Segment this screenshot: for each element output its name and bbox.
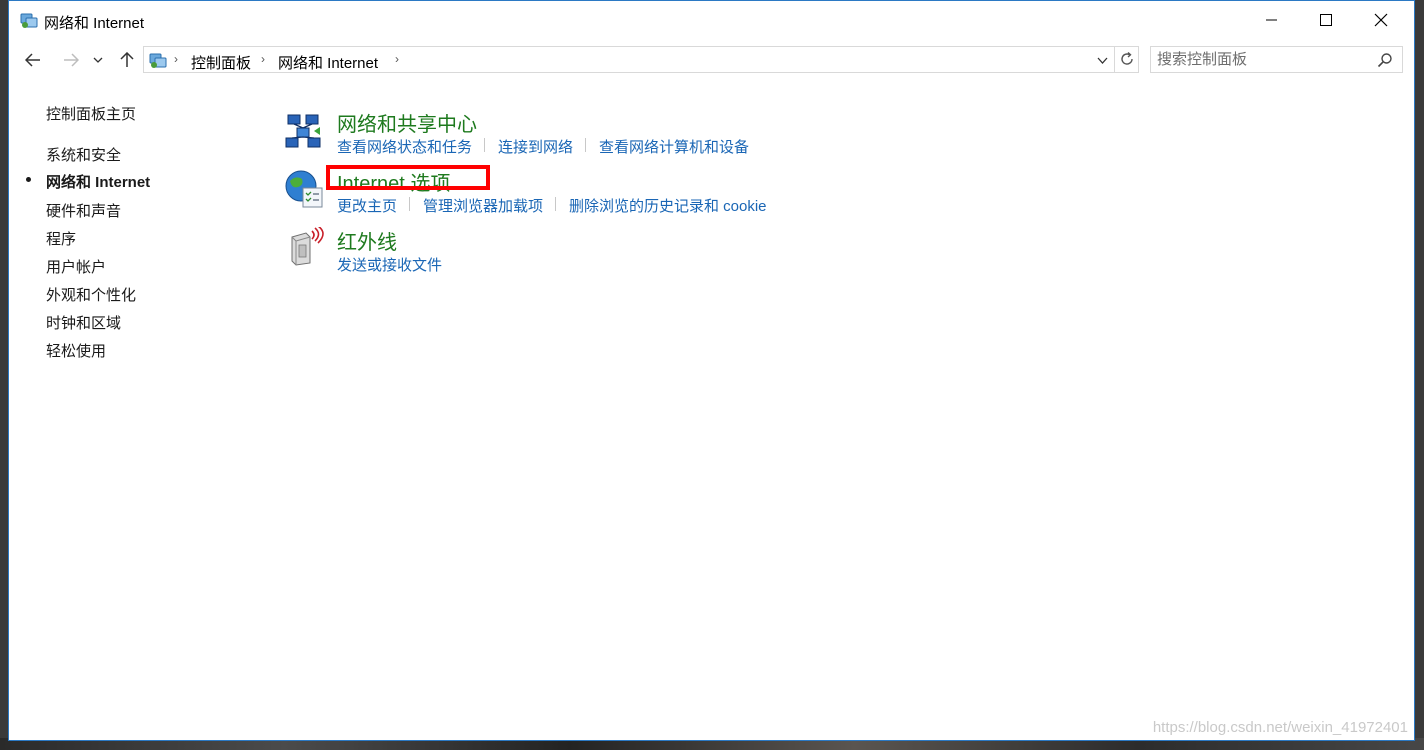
sidebar-item-ease-of-access[interactable]: 轻松使用	[46, 340, 106, 361]
maximize-button[interactable]	[1303, 1, 1349, 39]
task-separator	[484, 138, 485, 152]
control-panel-window: 网络和 Internet › 控制面板 › 网络和 Internet › 搜索控…	[8, 0, 1415, 741]
close-button[interactable]	[1358, 1, 1404, 39]
breadcrumb-network-internet[interactable]: 网络和 Internet	[278, 52, 378, 73]
sidebar-item-network-internet[interactable]: 网络和 Internet	[46, 171, 150, 192]
sidebar-item-user-accounts[interactable]: 用户帐户	[46, 256, 106, 277]
internet-options-globe-icon[interactable]	[284, 169, 324, 209]
task-separator	[409, 197, 410, 211]
recent-locations-button[interactable]	[89, 49, 107, 71]
watermark-text: https://blog.csdn.net/weixin_41972401	[1152, 719, 1408, 736]
task-link-view-network-computers[interactable]: 查看网络计算机和设备	[599, 136, 749, 157]
forward-button[interactable]	[59, 49, 83, 71]
task-link-change-homepage[interactable]: 更改主页	[337, 195, 397, 216]
category-title-network-sharing[interactable]: 网络和共享中心	[337, 108, 477, 137]
refresh-button[interactable]	[1117, 49, 1137, 69]
chevron-down-icon	[1097, 57, 1107, 64]
network-internet-icon	[20, 13, 38, 28]
address-bar[interactable]: › 控制面板 › 网络和 Internet ›	[143, 46, 1139, 73]
category-title-infrared[interactable]: 红外线	[337, 226, 397, 255]
task-separator	[585, 138, 586, 152]
navigation-bar: › 控制面板 › 网络和 Internet ›	[9, 45, 1414, 75]
window-title: 网络和 Internet	[44, 15, 145, 32]
sidebar-item-clock-region[interactable]: 时钟和区域	[46, 312, 121, 333]
breadcrumb-control-panel[interactable]: 控制面板	[191, 52, 251, 73]
minimize-icon	[1266, 19, 1277, 21]
control-panel-icon	[149, 53, 167, 68]
sidebar-item-appearance[interactable]: 外观和个性化	[46, 284, 136, 305]
search-input[interactable]	[1157, 50, 1367, 69]
task-link-connect-network[interactable]: 连接到网络	[498, 136, 573, 157]
title-bar: 网络和 Internet	[9, 1, 1414, 41]
sidebar-item-system-security[interactable]: 系统和安全	[46, 144, 121, 165]
task-separator	[555, 197, 556, 211]
sidebar-item-programs[interactable]: 程序	[46, 228, 76, 249]
task-link-view-network-status[interactable]: 查看网络状态和任务	[337, 136, 472, 157]
network-sharing-icon[interactable]	[284, 111, 324, 151]
highlight-annotation-box	[326, 165, 490, 190]
task-link-delete-history[interactable]: 删除浏览的历史记录和 cookie	[569, 195, 767, 216]
maximize-icon	[1320, 14, 1332, 26]
arrow-right-icon	[64, 53, 79, 67]
arrow-left-icon	[25, 53, 40, 67]
search-icon[interactable]	[1377, 52, 1393, 68]
refresh-icon	[1121, 51, 1133, 65]
sidebar-item-control-panel-home[interactable]: 控制面板主页	[46, 103, 136, 124]
arrow-up-icon	[120, 52, 134, 67]
close-icon	[1374, 13, 1388, 27]
active-indicator-dot	[26, 177, 31, 182]
address-divider	[1114, 47, 1115, 72]
task-link-manage-addons[interactable]: 管理浏览器加载项	[423, 195, 543, 216]
breadcrumb-separator-icon[interactable]: ›	[174, 52, 178, 66]
search-box[interactable]	[1150, 46, 1403, 73]
chevron-down-icon	[93, 57, 103, 63]
infrared-icon[interactable]	[284, 227, 324, 267]
minimize-button[interactable]	[1249, 1, 1295, 39]
address-dropdown-button[interactable]	[1094, 51, 1110, 69]
up-button[interactable]	[115, 49, 139, 71]
back-button[interactable]	[21, 49, 45, 71]
task-link-send-receive-files[interactable]: 发送或接收文件	[337, 254, 442, 275]
sidebar-item-hardware-sound[interactable]: 硬件和声音	[46, 200, 121, 221]
breadcrumb-separator-icon[interactable]: ›	[395, 52, 399, 66]
breadcrumb-separator-icon[interactable]: ›	[261, 52, 265, 66]
